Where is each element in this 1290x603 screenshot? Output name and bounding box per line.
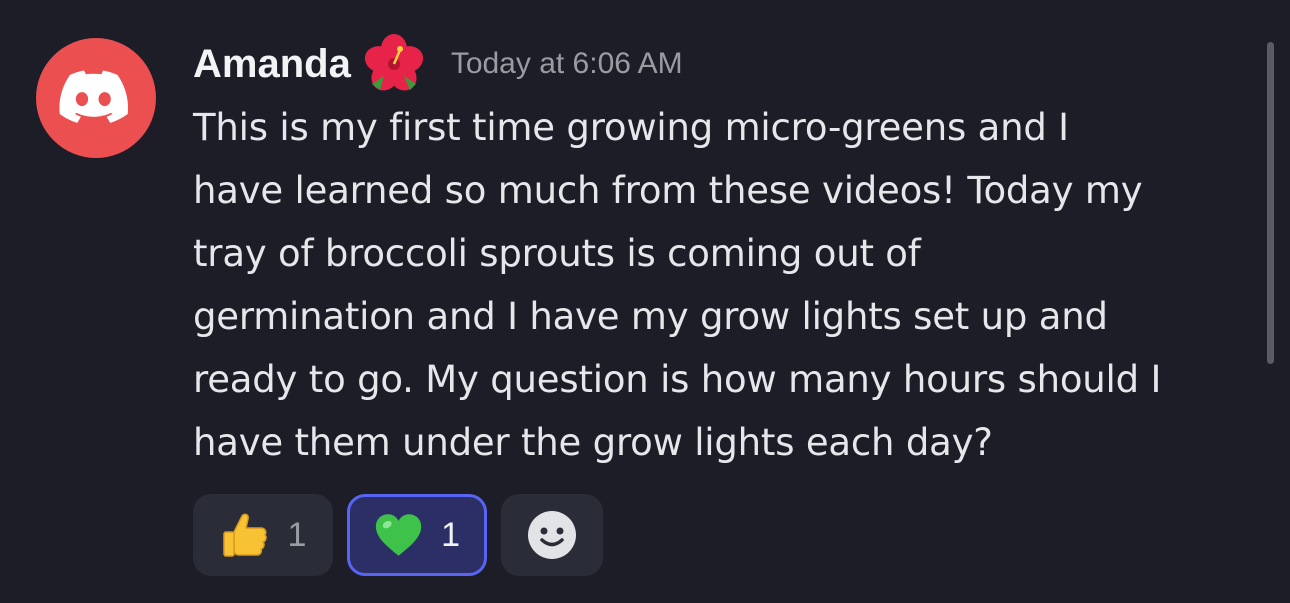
reaction-green-heart[interactable]: 1 — [347, 494, 487, 576]
smiley-add-reaction-icon — [528, 511, 576, 559]
avatar[interactable] — [36, 38, 156, 158]
reaction-count: 1 — [287, 515, 307, 554]
hibiscus-emoji — [364, 34, 423, 91]
reaction-count: 1 — [441, 515, 460, 554]
chat-message: Amanda Today at 6:06 AM This is my first… — [0, 0, 1290, 603]
message-header: Amanda Today at 6:06 AM — [193, 34, 683, 92]
scrollbar[interactable] — [1267, 42, 1274, 364]
message-timestamp: Today at 6:06 AM — [450, 47, 683, 80]
discord-logo-icon — [59, 70, 129, 123]
message-content: This is my first time growing micro-gree… — [193, 106, 1162, 464]
author-name[interactable]: Amanda — [193, 42, 351, 87]
green-heart-emoji — [375, 514, 422, 556]
thumbs-up-emoji — [222, 513, 267, 557]
reactions-bar: 1 1 — [193, 494, 603, 576]
reaction-thumbs-up[interactable]: 1 — [193, 494, 333, 576]
add-reaction-button[interactable] — [501, 494, 603, 576]
